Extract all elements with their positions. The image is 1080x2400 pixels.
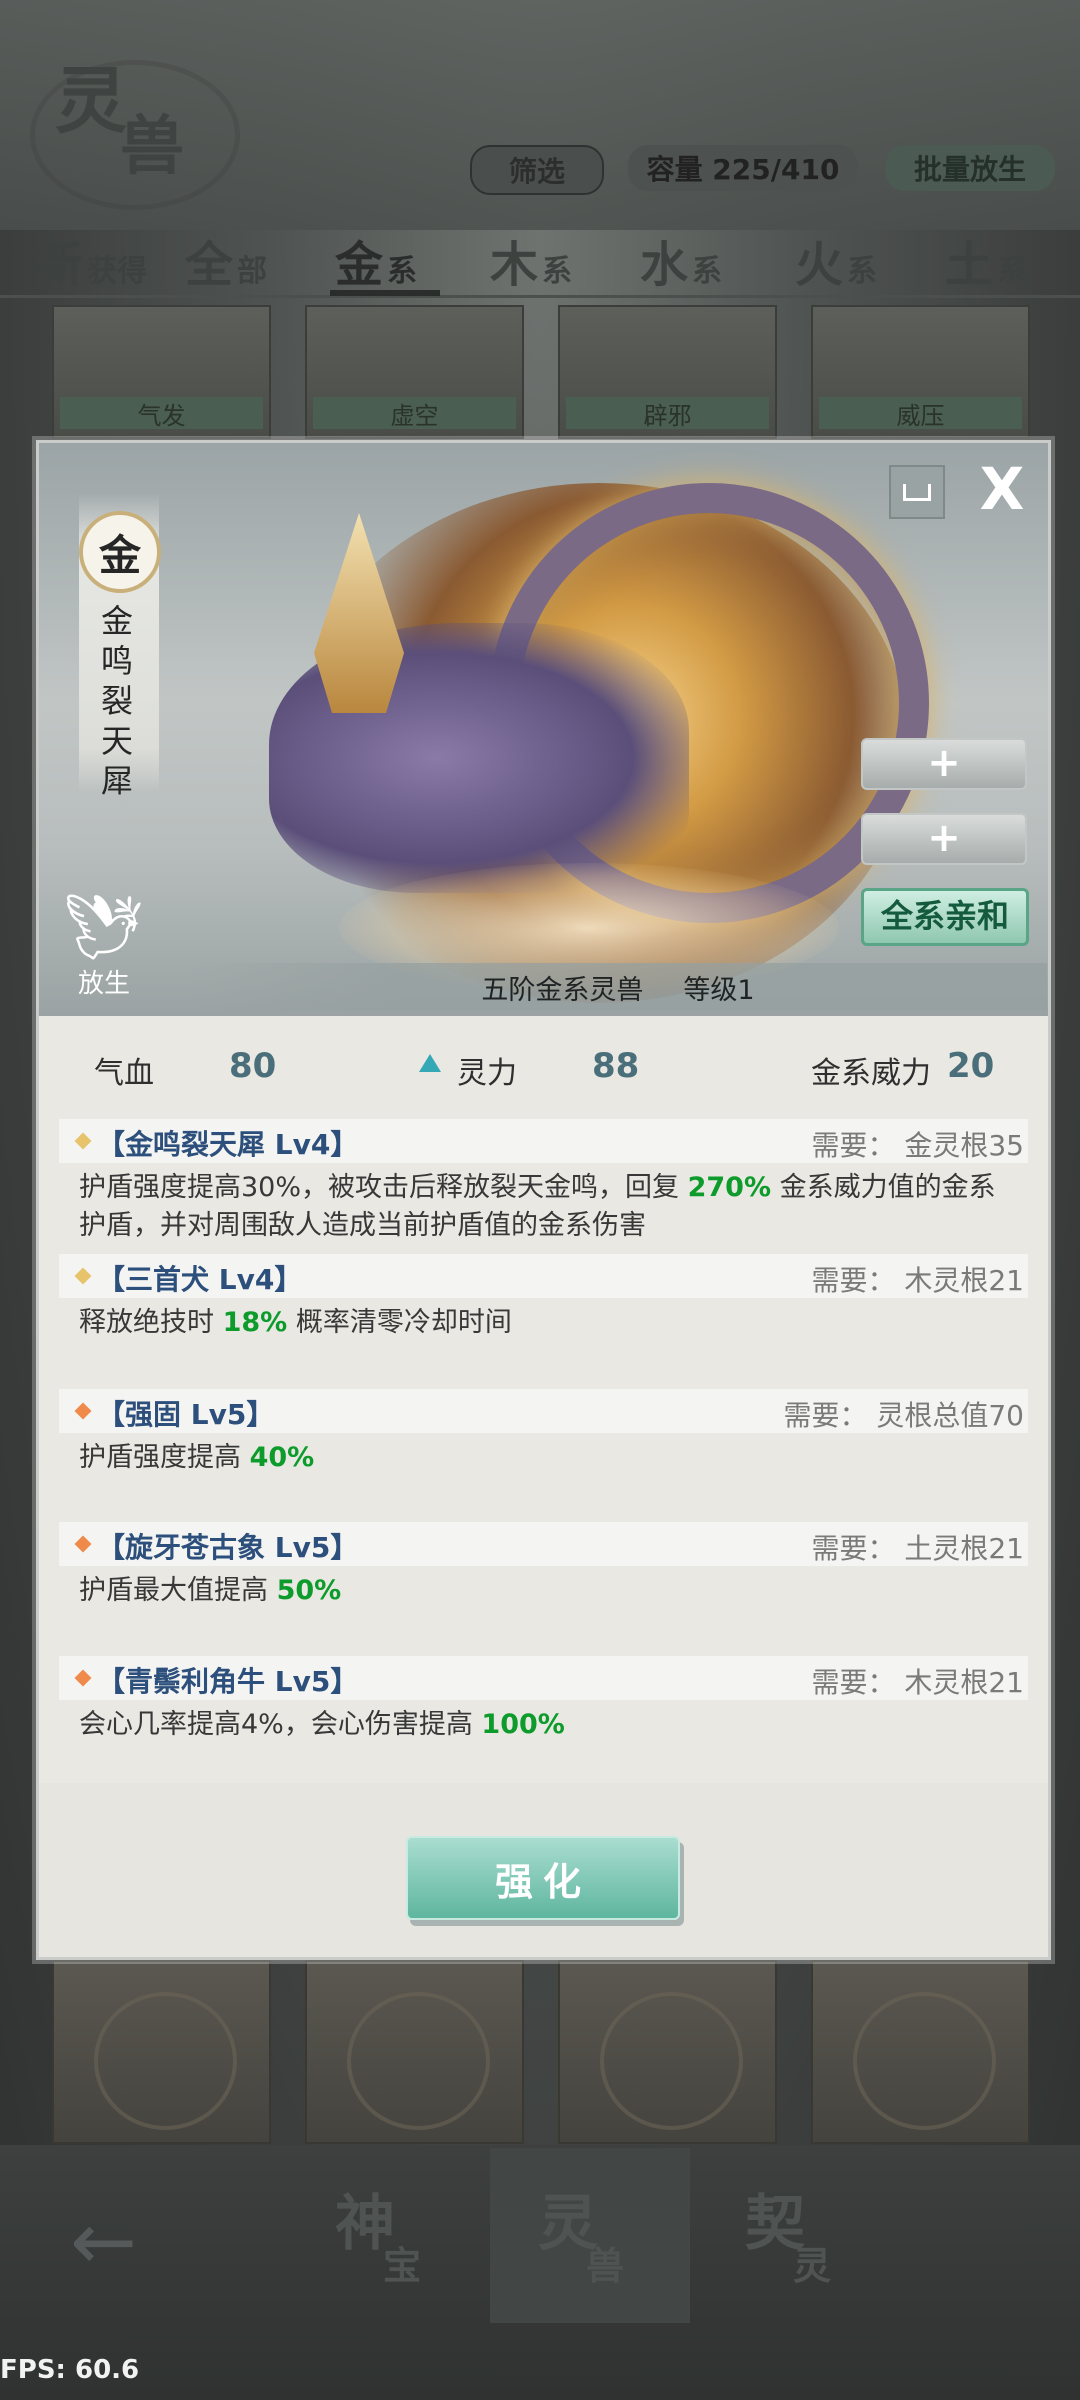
- skill-entry: 【强固 Lv5】 需要： 灵根总值70 护盾强度提高 40%: [59, 1389, 1028, 1477]
- nav-spirit-beast[interactable]: 灵兽: [538, 2175, 624, 2288]
- skill-requirement: 需要： 木灵根21: [811, 1264, 1024, 1297]
- skill-entry: 【旋牙苍古象 Lv5】 需要： 土灵根21 护盾最大值提高 50%: [59, 1522, 1028, 1610]
- skill-title: 【强固 Lv5】: [97, 1398, 275, 1431]
- beast-rank: 五阶金系灵兽: [481, 974, 644, 1006]
- rank-bar: 五阶金系灵兽 等级1: [189, 963, 1047, 1011]
- nav-contract[interactable]: 契灵: [745, 2175, 831, 2288]
- add-slot-button[interactable]: +: [861, 738, 1027, 790]
- element-tabs: 新获得 全部 金系 木系 水系 火系 土系: [0, 225, 1080, 295]
- beast-card-name: 气发: [60, 397, 263, 430]
- skill-requirement: 需要： 灵根总值70: [783, 1399, 1024, 1432]
- spirit-label: 灵力: [457, 1056, 517, 1091]
- tab-all[interactable]: 全部: [185, 225, 267, 295]
- tab-wood[interactable]: 木系: [490, 225, 572, 295]
- tab-metal[interactable]: 金系: [335, 225, 417, 295]
- up-triangle-icon: [419, 1054, 441, 1072]
- beast-card[interactable]: 虚空: [305, 305, 524, 439]
- beast-name: 金鸣裂天犀: [100, 602, 133, 800]
- skill-description: 护盾强度提高 40%: [79, 1442, 315, 1473]
- beast-card[interactable]: [52, 1960, 271, 2144]
- element-badge: 金: [79, 511, 161, 593]
- diamond-icon: [74, 1402, 92, 1420]
- skill-title: 【旋牙苍古象 Lv5】: [97, 1531, 359, 1564]
- skill-title: 【青鬃利角牛 Lv5】: [97, 1665, 359, 1698]
- skill-requirement: 需要： 金灵根35: [811, 1129, 1024, 1162]
- capacity-label: 容量 225/410: [628, 145, 858, 191]
- page-logo: 灵 兽: [30, 50, 240, 210]
- tab-new[interactable]: 新获得: [35, 225, 147, 295]
- skill-requirement: 需要： 土灵根21: [811, 1532, 1024, 1565]
- skill-description: 护盾最大值提高 50%: [79, 1575, 342, 1606]
- release-button[interactable]: 🕊 放生: [59, 891, 149, 1000]
- add-slot-button[interactable]: +: [861, 813, 1027, 865]
- stats-row: 气血 80 灵力 88 金系威力 20: [39, 1018, 1048, 1108]
- diamond-icon: [74, 1669, 92, 1687]
- spirit-value: 88: [592, 1046, 640, 1086]
- beast-card-name: 辟邪: [566, 397, 769, 430]
- diamond-icon: [74, 1267, 92, 1285]
- beast-card[interactable]: 辟邪: [558, 305, 777, 439]
- skill-entry: 【青鬃利角牛 Lv5】 需要： 木灵根21 会心几率提高4%，会心伤害提高 10…: [59, 1656, 1028, 1744]
- beast-hero-panel: 金 金鸣裂天犀 🕊 放生 X + + 全系亲和 五阶金系灵兽 等级1: [39, 443, 1048, 1016]
- close-button[interactable]: X: [974, 460, 1030, 518]
- power-label: 金系威力: [811, 1056, 931, 1091]
- beast-card[interactable]: 威压: [811, 305, 1030, 439]
- beast-card[interactable]: [811, 1960, 1030, 2144]
- tab-earth[interactable]: 土系: [945, 225, 1027, 295]
- skill-description: 护盾强度提高30%，被攻击后释放裂天金鸣，回复 270% 金系威力值的金系护盾，…: [79, 1172, 996, 1241]
- skill-requirement: 需要： 木灵根21: [811, 1666, 1024, 1699]
- beast-card-name: 威压: [819, 397, 1022, 430]
- tab-water[interactable]: 水系: [640, 225, 722, 295]
- tab-fire[interactable]: 火系: [795, 225, 877, 295]
- tab-active-indicator: [330, 290, 440, 296]
- beast-card[interactable]: 气发: [52, 305, 271, 439]
- skill-description: 释放绝技时 18% 概率清零冷却时间: [79, 1307, 512, 1338]
- hp-value: 80: [229, 1046, 277, 1086]
- tabs-divider: [0, 295, 1080, 298]
- affinity-button[interactable]: 全系亲和: [861, 888, 1029, 946]
- skill-title: 【三首犬 Lv4】: [97, 1263, 303, 1296]
- beast-detail-dialog: 金 金鸣裂天犀 🕊 放生 X + + 全系亲和 五阶金系灵兽 等级1 气血 80…: [36, 440, 1051, 1960]
- hp-label: 气血: [94, 1056, 154, 1091]
- batch-release-button[interactable]: 批量放生: [885, 145, 1055, 191]
- beast-level: 等级1: [683, 974, 755, 1006]
- power-value: 20: [947, 1046, 995, 1086]
- lock-icon[interactable]: [889, 465, 945, 519]
- strengthen-button[interactable]: 强化: [406, 1836, 680, 1920]
- filter-button[interactable]: 筛选: [470, 145, 604, 195]
- beast-card[interactable]: [558, 1960, 777, 2144]
- skill-entry: 【三首犬 Lv4】 需要： 木灵根21 释放绝技时 18% 概率清零冷却时间: [59, 1254, 1028, 1342]
- skill-entry: 【金鸣裂天犀 Lv4】 需要： 金灵根35 护盾强度提高30%，被攻击后释放裂天…: [59, 1119, 1028, 1245]
- skill-title: 【金鸣裂天犀 Lv4】: [97, 1128, 359, 1161]
- skill-description: 会心几率提高4%，会心伤害提高 100%: [79, 1709, 565, 1740]
- dove-icon: 🕊: [63, 891, 145, 965]
- beast-card-name: 虚空: [313, 397, 516, 430]
- back-arrow-icon[interactable]: ←: [70, 2195, 137, 2288]
- nav-treasure[interactable]: 神宝: [335, 2175, 421, 2288]
- beast-horn: [314, 513, 404, 713]
- diamond-icon: [74, 1535, 92, 1553]
- diamond-icon: [74, 1132, 92, 1150]
- beast-card[interactable]: [305, 1960, 524, 2144]
- fps-counter: FPS: 60.6: [0, 2355, 140, 2385]
